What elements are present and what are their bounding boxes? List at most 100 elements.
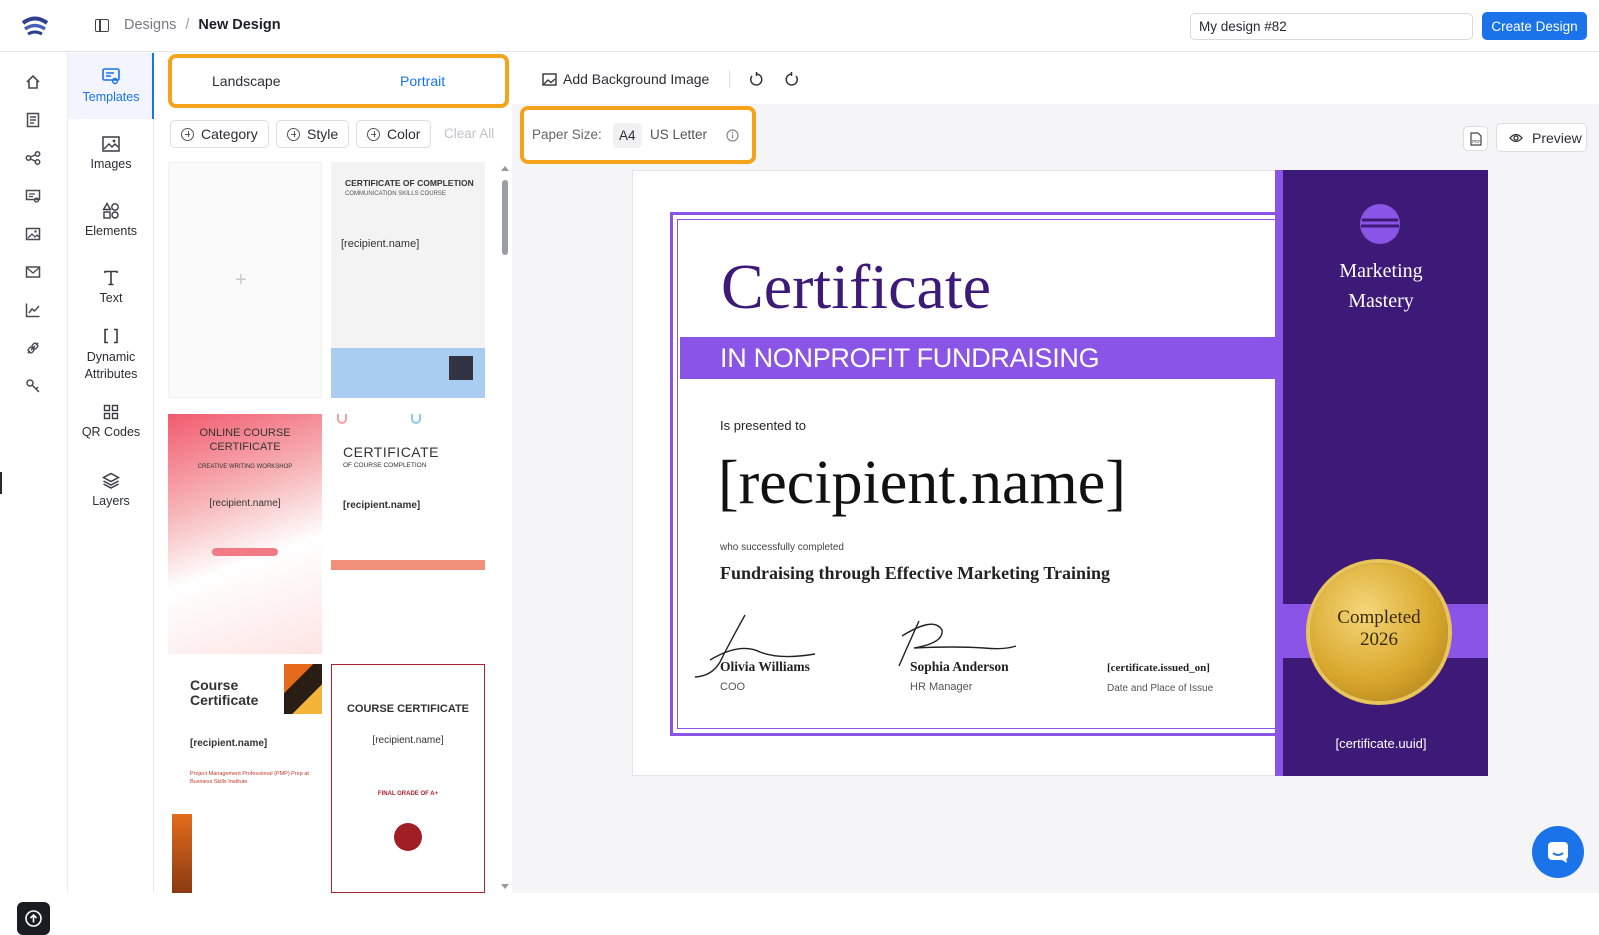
top-bar: Designs / New Design Create Design — [0, 0, 1599, 52]
category-filter-label: Category — [201, 126, 258, 142]
integrations-icon[interactable] — [25, 340, 41, 356]
nav-qr-codes[interactable]: QR Codes — [68, 404, 154, 439]
analytics-icon[interactable] — [25, 302, 41, 318]
template-recipient: [recipient.name] — [341, 238, 420, 250]
template-card[interactable]: CERTIFICATE OF COMPLETION COMMUNICATION … — [331, 162, 485, 398]
nav-layers[interactable]: Layers — [68, 472, 154, 508]
info-icon[interactable] — [726, 129, 739, 142]
certificate-course[interactable]: Fundraising through Effective Marketing … — [720, 563, 1110, 584]
image-icon — [542, 73, 557, 86]
pdf-icon: PDF — [1470, 132, 1482, 146]
signature-role-2[interactable]: HR Manager — [910, 681, 972, 693]
home-icon[interactable] — [25, 74, 41, 90]
signature-role-1[interactable]: COO — [720, 681, 745, 693]
nav-images[interactable]: Images — [68, 136, 154, 171]
template-subtitle: OF COURSE COMPLETION — [343, 462, 427, 469]
template-title: CERTIFICATE — [343, 444, 439, 460]
template-card[interactable]: CERTIFICATE OF COURSE COMPLETION [recipi… — [331, 414, 485, 654]
create-design-button[interactable]: Create Design — [1482, 12, 1587, 40]
template-card[interactable]: COURSE CERTIFICATE [recipient.name] FINA… — [331, 664, 485, 893]
certificate-presented-text[interactable]: Is presented to — [720, 418, 806, 433]
template-subtitle: COMMUNICATION SKILLS COURSE — [345, 191, 446, 197]
category-filter-button[interactable]: Category — [170, 120, 269, 148]
template-pill — [212, 548, 278, 556]
add-circle-icon — [181, 127, 194, 141]
nav-dynamic-attributes[interactable]: Dynamic Attributes — [68, 328, 154, 383]
brand-logo-icon[interactable] — [1358, 202, 1402, 246]
wax-seal-icon — [394, 823, 422, 851]
nav-templates-label: Templates — [82, 90, 140, 104]
workflow-icon[interactable] — [25, 150, 41, 166]
seal-line-2: 2026 — [1360, 629, 1398, 650]
orientation-toggle: Landscape Portrait — [168, 54, 509, 108]
certificate-title[interactable]: Certificate — [721, 250, 991, 324]
preview-label: Preview — [1532, 130, 1582, 146]
brand-line-1: Marketing — [1339, 260, 1423, 282]
templates-icon — [102, 68, 120, 85]
style-filter-button[interactable]: Style — [276, 120, 350, 148]
breadcrumb-designs[interactable]: Designs — [124, 17, 176, 33]
design-name-input[interactable] — [1190, 13, 1473, 40]
layers-icon — [102, 472, 120, 489]
decor-pattern — [172, 814, 192, 893]
certificate-completed-text[interactable]: who successfully completed — [720, 542, 844, 553]
eye-icon — [1509, 133, 1523, 143]
landscape-tab[interactable]: Landscape — [212, 73, 281, 89]
add-circle-icon — [287, 127, 300, 141]
nav-elements-label: Elements — [84, 224, 138, 238]
paper-size-a4[interactable]: A4 — [613, 123, 642, 148]
signature-name-1[interactable]: Olivia Williams — [720, 659, 810, 675]
clear-all-button[interactable]: Clear All — [444, 126, 494, 141]
preview-button[interactable]: Preview — [1496, 123, 1587, 152]
qr-code-icon — [449, 356, 473, 380]
certificate-subtitle[interactable]: IN NONPROFIT FUNDRAISING — [720, 343, 1100, 374]
sidebar-toggle-icon[interactable] — [95, 19, 109, 32]
image-icon — [102, 136, 120, 152]
download-pdf-button[interactable]: PDF — [1463, 126, 1488, 151]
template-card[interactable]: Course Certificate [recipient.name] Proj… — [172, 664, 322, 893]
add-circle-icon — [367, 127, 380, 141]
completion-seal[interactable]: Completed 2026 — [1310, 563, 1448, 701]
template-subtitle: CREATIVE WRITING WORKSHOP — [197, 464, 293, 470]
paper-size-selector: Paper Size: A4 US Letter — [520, 106, 756, 164]
key-icon[interactable] — [25, 378, 41, 394]
template-recipient: [recipient.name] — [190, 738, 268, 749]
decor-pattern — [284, 664, 322, 714]
breadcrumb-separator: / — [185, 17, 190, 33]
template-title: ONLINE COURSE CERTIFICATE — [199, 427, 291, 453]
redo-icon[interactable] — [784, 72, 799, 87]
color-filter-button[interactable]: Color — [356, 120, 432, 148]
document-list-icon[interactable] — [25, 112, 41, 128]
paper-size-us-letter[interactable]: US Letter — [650, 127, 707, 142]
certificate-brand[interactable]: Marketing Mastery — [1286, 256, 1476, 316]
seal-line-1: Completed — [1337, 607, 1421, 628]
certificate-recipient[interactable]: [recipient.name] — [718, 448, 1126, 519]
upload-button[interactable] — [17, 902, 50, 935]
signature-name-2[interactable]: Sophia Anderson — [910, 659, 1009, 675]
certificate-uuid[interactable]: [certificate.uuid] — [1286, 736, 1476, 751]
nav-elements[interactable]: Elements — [68, 202, 154, 238]
template-detail: Project Management Professional (PMP) Pr… — [190, 771, 309, 785]
nav-templates[interactable]: Templates — [68, 53, 155, 119]
app-logo[interactable] — [20, 12, 50, 40]
chat-support-button[interactable] — [1532, 826, 1584, 878]
add-background-image-button[interactable]: Add Background Image — [563, 71, 709, 87]
text-icon — [104, 270, 118, 286]
template-title: COURSE CERTIFICATE — [346, 703, 470, 715]
blank-template-card[interactable]: + — [168, 162, 322, 398]
rail-edge-marker — [0, 472, 2, 494]
svg-text:PDF: PDF — [1472, 139, 1481, 144]
decor-arc — [411, 414, 421, 424]
scroll-up-arrow-icon[interactable] — [501, 166, 509, 171]
mail-icon[interactable] — [25, 264, 41, 280]
undo-icon[interactable] — [749, 72, 764, 87]
certificate-icon[interactable] — [25, 188, 41, 204]
certificate-issued-on[interactable]: [certificate.issued_on] — [1107, 662, 1210, 674]
gallery-icon[interactable] — [25, 226, 41, 242]
nav-text[interactable]: Text — [68, 270, 154, 305]
template-card[interactable]: ONLINE COURSE CERTIFICATE CREATIVE WRITI… — [168, 414, 322, 654]
certificate-issued-label[interactable]: Date and Place of Issue — [1107, 683, 1213, 694]
portrait-tab[interactable]: Portrait — [400, 73, 445, 89]
scroll-down-arrow-icon[interactable] — [501, 884, 509, 889]
templates-scrollbar[interactable] — [502, 180, 508, 255]
